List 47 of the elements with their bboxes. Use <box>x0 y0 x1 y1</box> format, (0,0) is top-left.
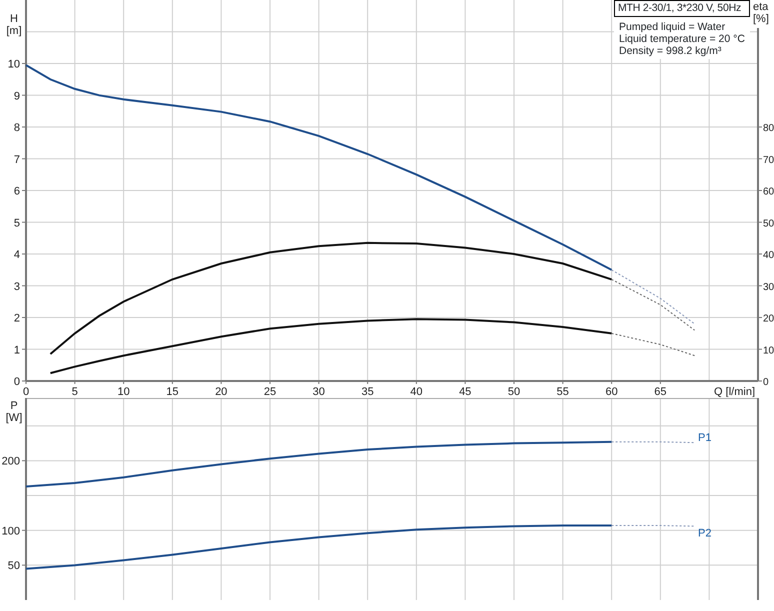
tick-label: 4 <box>14 249 20 261</box>
tick-label: 50 <box>508 386 520 397</box>
tick-label: 20 <box>215 386 228 397</box>
tick-label: 20 <box>763 314 774 324</box>
tick-label: 8 <box>14 122 20 134</box>
tick-label: 80 <box>763 123 774 134</box>
tick-label: 0 <box>14 376 20 388</box>
tick-label: 45 <box>459 386 472 397</box>
axis-title: eta [%] <box>753 1 769 25</box>
product-title: MTH 2-30/1, 3*230 V, 50Hz <box>614 0 750 17</box>
tick-label: 5 <box>14 217 20 230</box>
tick-label: 60 <box>605 386 618 397</box>
tick-label: 15 <box>166 386 179 397</box>
tick-label: 30 <box>312 386 325 397</box>
series-label: P2 <box>698 527 712 540</box>
tick-label: 10 <box>8 58 20 70</box>
tick-label: 25 <box>264 386 276 397</box>
tick-label: 10 <box>763 345 774 356</box>
tick-label: 9 <box>14 90 20 102</box>
series-label: P1 <box>698 432 712 444</box>
info-line: Liquid temperature = 20 °C <box>618 33 746 45</box>
tick-label: 55 <box>556 386 569 397</box>
axis-title: P [W] <box>6 400 22 424</box>
tick-label: 2 <box>14 312 20 324</box>
tick-label: 50 <box>8 560 20 572</box>
tick-label: 50 <box>763 218 774 230</box>
tick-label: 70 <box>763 154 774 166</box>
tick-label: 30 <box>763 282 774 293</box>
tick-label: 0 <box>22 386 30 397</box>
info-line: Density = 998.2 kg/m³ <box>618 45 722 57</box>
tick-label: 65 <box>654 386 667 397</box>
tick-label: 60 <box>763 186 774 198</box>
tick-label: 6 <box>14 186 20 198</box>
tick-label: 100 <box>2 525 20 538</box>
axis-title: Q [l/min] <box>714 386 755 397</box>
tick-label: 40 <box>763 250 774 261</box>
tick-label: 7 <box>14 154 20 166</box>
axis-title: H [m] <box>6 13 22 37</box>
tick-label: 0 <box>763 377 769 388</box>
tick-label: 1 <box>14 344 20 356</box>
tick-label: 40 <box>410 386 423 397</box>
tick-label: 3 <box>14 280 20 293</box>
tick-label: 35 <box>361 386 374 397</box>
info-line: Pumped liquid = Water <box>618 21 726 33</box>
tick-label: 200 <box>2 456 20 468</box>
tick-label: 10 <box>117 386 130 397</box>
tick-label: 5 <box>72 386 78 397</box>
